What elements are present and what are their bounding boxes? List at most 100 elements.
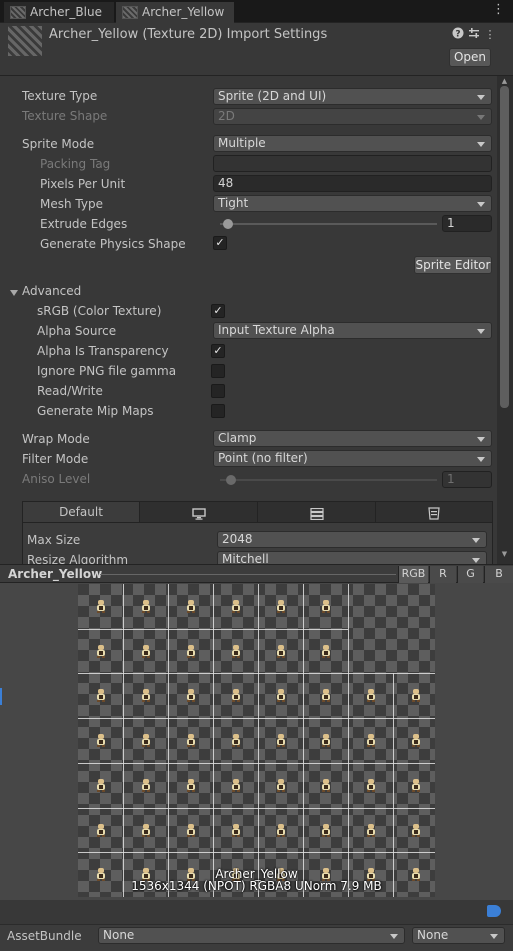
sprite-frame bbox=[364, 823, 378, 837]
tab-server[interactable] bbox=[258, 502, 376, 522]
scroll-down-icon[interactable]: ▼ bbox=[500, 550, 509, 558]
extrude-edges-label: Extrude Edges bbox=[40, 217, 128, 231]
open-button[interactable]: Open bbox=[449, 48, 491, 67]
read-write-checkbox[interactable] bbox=[211, 384, 225, 398]
generate-physics-shape-label: Generate Physics Shape bbox=[40, 237, 186, 251]
help-icon[interactable]: ? bbox=[451, 27, 465, 41]
generate-physics-shape-checkbox[interactable]: ✓ bbox=[213, 236, 227, 250]
grid-line bbox=[303, 584, 304, 897]
extrude-edges-track[interactable] bbox=[220, 223, 437, 225]
aniso-level-track[interactable] bbox=[220, 479, 437, 481]
sprite-frame bbox=[274, 688, 288, 703]
sprite-frame bbox=[319, 733, 333, 748]
sprite-frame bbox=[364, 778, 378, 792]
sprite-mode-label: Sprite Mode bbox=[22, 137, 95, 151]
extrude-edges-handle[interactable] bbox=[223, 219, 233, 229]
texture-icon bbox=[122, 6, 138, 19]
wrap-mode-dropdown[interactable]: Clamp bbox=[213, 430, 492, 447]
sprite-mode-dropdown[interactable]: Multiple bbox=[213, 135, 492, 152]
filter-mode-label: Filter Mode bbox=[22, 452, 89, 466]
mesh-type-dropdown[interactable]: Tight bbox=[213, 195, 492, 212]
max-size-dropdown[interactable]: 2048 bbox=[217, 531, 487, 548]
tab-webgl[interactable] bbox=[376, 502, 492, 522]
resize-algorithm-dropdown[interactable]: Mitchell bbox=[217, 551, 487, 564]
presets-icon[interactable] bbox=[467, 27, 481, 41]
sprite-frame bbox=[139, 823, 153, 837]
tab-standalone[interactable] bbox=[140, 502, 258, 522]
sprite-frame bbox=[274, 599, 288, 613]
grid-line bbox=[123, 584, 124, 897]
sprite-frame bbox=[94, 644, 108, 658]
scroll-up-icon[interactable]: ▲ bbox=[500, 77, 509, 85]
preview-resize-handle[interactable] bbox=[100, 574, 396, 575]
tab-archer-blue[interactable]: Archer_Blue bbox=[4, 2, 114, 23]
texture-type-dropdown[interactable]: Sprite (2D and UI) bbox=[213, 88, 492, 105]
sprite-frame bbox=[319, 599, 333, 613]
window-edge-marker bbox=[0, 688, 2, 705]
sprite-frame bbox=[229, 644, 243, 658]
grid-line bbox=[78, 762, 435, 764]
sprite-frame bbox=[274, 778, 288, 792]
aniso-level-field[interactable]: 1 bbox=[442, 471, 492, 488]
advanced-foldout-icon[interactable] bbox=[9, 287, 19, 297]
pixels-per-unit-field[interactable]: 48 bbox=[213, 175, 492, 192]
advanced-foldout-label[interactable]: Advanced bbox=[22, 284, 81, 298]
filter-mode-dropdown[interactable]: Point (no filter) bbox=[213, 450, 492, 467]
texture-shape-dropdown[interactable]: 2D bbox=[213, 108, 492, 125]
grid-line bbox=[78, 673, 435, 675]
sprite-frame bbox=[409, 823, 423, 837]
alpha-source-label: Alpha Source bbox=[37, 324, 117, 338]
tab-bar: Archer_Blue Archer_Yellow ⋮ bbox=[0, 0, 513, 23]
alpha-is-transparency-checkbox[interactable]: ✓ bbox=[211, 344, 225, 358]
texture-preview bbox=[0, 583, 513, 900]
srgb-checkbox[interactable]: ✓ bbox=[211, 304, 225, 318]
wrap-mode-label: Wrap Mode bbox=[22, 432, 90, 446]
tab-archer-yellow[interactable]: Archer_Yellow bbox=[116, 2, 234, 23]
assetbundle-variant-dropdown[interactable]: None bbox=[412, 927, 505, 944]
channel-b-button[interactable]: B bbox=[484, 566, 513, 583]
grid-line bbox=[78, 807, 435, 809]
sprite-frame bbox=[409, 733, 423, 748]
tab-default[interactable]: Default bbox=[23, 502, 140, 522]
sprite-frame bbox=[229, 778, 243, 792]
assetbundle-bar: AssetBundle None None bbox=[0, 924, 513, 951]
label-tag-icon[interactable] bbox=[487, 905, 501, 917]
alpha-is-transparency-label: Alpha Is Transparency bbox=[37, 344, 169, 358]
more-icon[interactable]: ⋮ bbox=[483, 28, 497, 42]
inspector-header: Archer_Yellow (Texture 2D) Import Settin… bbox=[0, 23, 513, 75]
sprite-editor-button[interactable]: Sprite Editor bbox=[414, 256, 492, 274]
sprite-frame bbox=[274, 823, 288, 837]
packing-tag-field[interactable] bbox=[213, 155, 492, 172]
preview-title: Archer_Yellow bbox=[8, 567, 103, 581]
channel-r-button[interactable]: R bbox=[429, 566, 456, 583]
tab-menu-icon[interactable]: ⋮ bbox=[492, 3, 505, 16]
sprite-frame bbox=[184, 688, 198, 703]
assetbundle-name-dropdown[interactable]: None bbox=[98, 927, 405, 944]
sprite-frame bbox=[274, 644, 288, 658]
sprite-frame bbox=[319, 823, 333, 837]
aniso-level-label: Aniso Level bbox=[22, 472, 91, 486]
sprite-frame bbox=[184, 778, 198, 792]
ignore-png-gamma-checkbox[interactable] bbox=[211, 364, 225, 378]
sprite-frame bbox=[364, 733, 378, 748]
aniso-level-handle[interactable] bbox=[226, 475, 236, 485]
sprite-frame bbox=[94, 599, 108, 613]
preview-header: Archer_Yellow RGB R G B bbox=[0, 564, 513, 583]
generate-mip-maps-checkbox[interactable] bbox=[211, 404, 225, 418]
srgb-label: sRGB (Color Texture) bbox=[37, 304, 162, 318]
texture-shape-label: Texture Shape bbox=[22, 109, 108, 123]
max-size-label: Max Size bbox=[27, 533, 81, 547]
channel-g-button[interactable]: G bbox=[457, 566, 483, 583]
sprite-frame bbox=[229, 599, 243, 613]
grid-line bbox=[258, 584, 259, 897]
texture-icon bbox=[10, 6, 26, 19]
alpha-source-dropdown[interactable]: Input Texture Alpha bbox=[213, 322, 492, 339]
channel-rgb-button[interactable]: RGB bbox=[398, 566, 428, 583]
sprite-frame bbox=[94, 688, 108, 703]
read-write-label: Read/Write bbox=[37, 384, 103, 398]
sprite-frame bbox=[409, 688, 423, 703]
assetbundle-label: AssetBundle bbox=[7, 929, 82, 943]
scrollbar-thumb[interactable] bbox=[500, 86, 509, 408]
sprite-frame bbox=[94, 823, 108, 837]
extrude-edges-field[interactable]: 1 bbox=[442, 215, 492, 232]
